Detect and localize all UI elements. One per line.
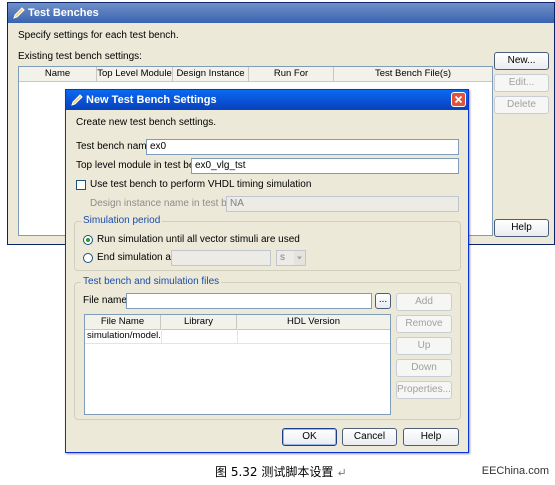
properties-button[interactable]: Properties... — [396, 381, 452, 399]
remove-button[interactable]: Remove — [396, 315, 452, 333]
table-header: Name Top Level Module Design Instance Ru… — [19, 67, 492, 82]
browse-button[interactable]: ... — [375, 293, 391, 309]
test-benches-titlebar[interactable]: Test Benches — [8, 3, 554, 23]
end-simulation-label: End simulation at: — [97, 252, 177, 263]
up-button[interactable]: Up — [396, 337, 452, 355]
col-library[interactable]: Library — [161, 315, 237, 329]
figure-caption: 图 5.32 测试脚本设置 — [215, 463, 346, 480]
table-row[interactable]: simulation/model... — [85, 329, 390, 344]
files-group-title: Test bench and simulation files — [81, 276, 222, 287]
col-name[interactable]: Name — [19, 67, 97, 81]
watermark: EEChina.com — [481, 465, 549, 477]
end-simulation-input[interactable] — [171, 250, 271, 266]
dialog-title: New Test Bench Settings — [86, 94, 217, 106]
timing-simulation-checkbox[interactable] — [76, 180, 86, 190]
simulation-period-group: Simulation period Run simulation until a… — [74, 215, 461, 271]
file-name-label: File name: — [83, 295, 130, 306]
design-instance-input[interactable]: NA — [226, 196, 459, 212]
col-run-for[interactable]: Run For — [249, 67, 334, 81]
dialog-titlebar[interactable]: New Test Bench Settings — [66, 90, 468, 110]
delete-button[interactable]: Delete — [494, 96, 549, 114]
down-button[interactable]: Down — [396, 359, 452, 377]
time-unit-value: s — [280, 252, 285, 263]
ok-button[interactable]: OK — [282, 428, 337, 446]
col-top-level-module[interactable]: Top Level Module — [97, 67, 173, 81]
simulation-period-title: Simulation period — [81, 215, 163, 226]
close-button[interactable] — [451, 92, 466, 107]
time-unit-select[interactable]: s — [276, 250, 306, 266]
test-benches-title: Test Benches — [28, 7, 99, 19]
top-level-module-input[interactable]: ex0_vlg_tst — [191, 158, 459, 174]
files-group: Test bench and simulation files File nam… — [74, 276, 461, 420]
col-file-name[interactable]: File Name — [85, 315, 161, 329]
run-all-stimuli-label: Run simulation until all vector stimuli … — [97, 234, 300, 245]
help-button[interactable]: Help — [403, 428, 459, 446]
file-name-input[interactable] — [126, 293, 372, 309]
chevron-down-icon — [294, 251, 305, 265]
row-file-name: simulation/model... — [87, 330, 160, 341]
col-test-bench-files[interactable]: Test Bench File(s) — [334, 67, 492, 81]
test-bench-name-label: Test bench name: — [76, 141, 155, 152]
pencil-icon — [71, 94, 83, 106]
timing-simulation-label: Use test bench to perform VHDL timing si… — [90, 179, 312, 190]
pencil-icon — [13, 7, 25, 19]
new-test-bench-dialog: New Test Bench Settings Create new test … — [65, 89, 469, 453]
return-arrow-icon — [338, 468, 345, 476]
existing-settings-label: Existing test bench settings: — [18, 51, 142, 62]
new-button[interactable]: New... — [494, 52, 549, 70]
edit-button[interactable]: Edit... — [494, 74, 549, 92]
close-icon — [454, 95, 463, 104]
files-table-header: File Name Library HDL Version — [85, 315, 390, 330]
back-help-button[interactable]: Help — [494, 219, 549, 237]
add-button[interactable]: Add — [396, 293, 452, 311]
test-bench-name-input[interactable]: ex0 — [146, 139, 459, 155]
dialog-description: Create new test bench settings. — [76, 117, 217, 128]
col-design-instance[interactable]: Design Instance — [173, 67, 249, 81]
col-hdl-version[interactable]: HDL Version — [237, 315, 390, 329]
end-simulation-radio[interactable] — [83, 253, 93, 263]
files-table[interactable]: File Name Library HDL Version simulation… — [84, 314, 391, 415]
row-library — [161, 329, 238, 343]
caption-text: 图 5.32 测试脚本设置 — [215, 465, 334, 479]
test-benches-description: Specify settings for each test bench. — [18, 30, 179, 41]
run-all-stimuli-radio[interactable] — [83, 235, 93, 245]
row-hdl-version — [237, 329, 388, 343]
cancel-button[interactable]: Cancel — [342, 428, 397, 446]
